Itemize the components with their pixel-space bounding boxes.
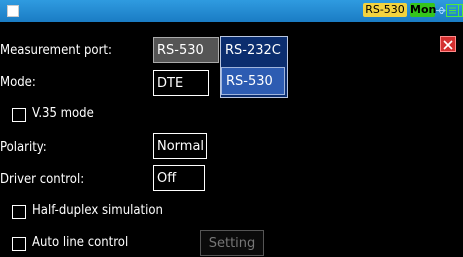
v35-mode-label: V.35 mode — [32, 106, 94, 121]
dropdown-option-rs232c[interactable]: RS-232C — [221, 37, 285, 65]
v35-mode-checkbox[interactable] — [12, 108, 26, 122]
polarity-select[interactable]: Normal — [153, 133, 207, 159]
measurement-port-label: Measurement port: — [0, 43, 112, 58]
polarity-label: Polarity: — [0, 140, 47, 155]
port-badge: RS-530 — [363, 3, 407, 17]
auto-line-control-label: Auto line control — [32, 235, 129, 250]
driver-control-label: Driver control: — [0, 172, 85, 187]
close-button[interactable] — [440, 36, 456, 52]
driver-control-select[interactable]: Off — [153, 165, 205, 191]
status-bar: RS-530 Mon — [0, 0, 463, 22]
port-dropdown: RS-232C RS-530 — [220, 36, 288, 98]
auto-line-control-checkbox[interactable] — [12, 237, 26, 251]
setting-button: Setting — [200, 230, 264, 256]
mon-badge: Mon — [410, 3, 437, 17]
half-duplex-checkbox[interactable] — [12, 205, 26, 219]
mode-select[interactable]: DTE — [153, 70, 209, 96]
measurement-port-select[interactable]: RS-530 — [153, 37, 219, 63]
mode-label: Mode: — [0, 75, 36, 90]
menu-square-icon[interactable] — [7, 5, 19, 17]
dropdown-option-rs530[interactable]: RS-530 — [221, 67, 285, 95]
close-icon[interactable] — [441, 38, 455, 52]
sd-card-icon — [458, 4, 463, 17]
half-duplex-label: Half-duplex simulation — [32, 203, 163, 218]
